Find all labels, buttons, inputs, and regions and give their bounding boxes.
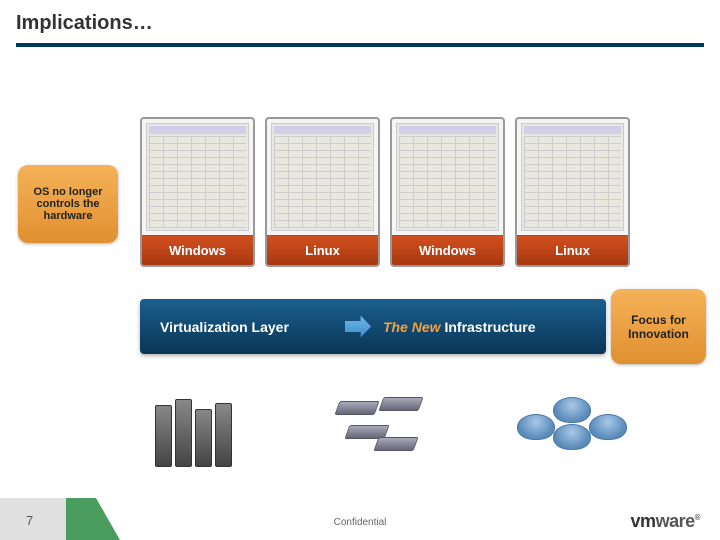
vm-row: Windows Linux Windows Linux — [140, 117, 630, 267]
vm-screenshot — [271, 123, 374, 231]
callout-focus-innovation: Focus for Innovation — [611, 289, 706, 364]
servers-icon — [155, 387, 245, 467]
vmware-logo: vmware® — [631, 511, 700, 532]
slide-content: OS no longer controls the hardware Windo… — [0, 47, 720, 477]
confidential-label: Confidential — [334, 517, 387, 528]
vm-os-label: Linux — [517, 235, 628, 265]
footer-accent — [0, 498, 120, 540]
page-number: 7 — [26, 513, 33, 528]
callout-os-hardware: OS no longer controls the hardware — [18, 165, 118, 243]
vm-box: Windows — [390, 117, 505, 267]
virtualization-layer-bar: Virtualization Layer The New Infrastruct… — [140, 299, 606, 354]
vm-screenshot — [396, 123, 499, 231]
vm-box: Linux — [515, 117, 630, 267]
vm-os-label: Windows — [392, 235, 503, 265]
vm-os-label: Linux — [267, 235, 378, 265]
vm-box: Windows — [140, 117, 255, 267]
vm-os-label: Windows — [142, 235, 253, 265]
new-infrastructure-label: The New Infrastructure — [383, 319, 536, 335]
storage-disks-icon — [517, 392, 632, 462]
vm-screenshot — [146, 123, 249, 231]
virt-layer-label: Virtualization Layer — [160, 319, 345, 335]
vm-screenshot — [521, 123, 624, 231]
hardware-row — [155, 387, 632, 467]
page-title: Implications… — [0, 0, 720, 43]
network-switches-icon — [331, 395, 431, 460]
slide-footer: 7 Confidential vmware® — [0, 498, 720, 540]
arrow-right-icon — [345, 316, 371, 338]
vm-box: Linux — [265, 117, 380, 267]
